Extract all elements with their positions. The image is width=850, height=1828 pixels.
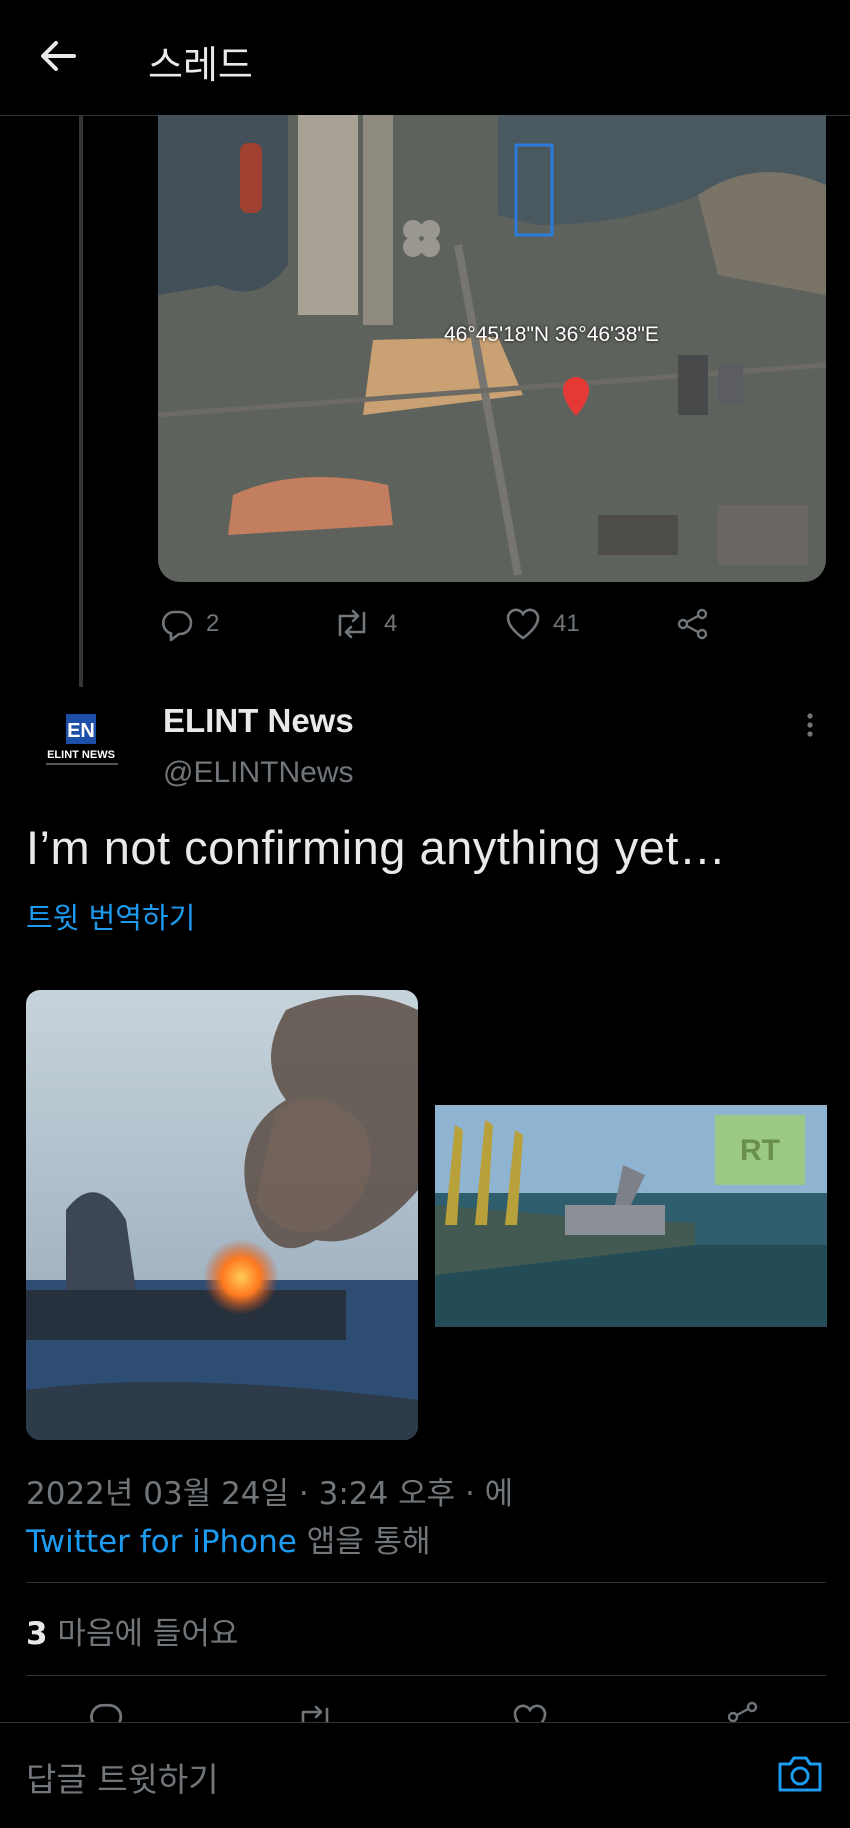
more-options-icon[interactable] xyxy=(800,708,820,748)
avatar[interactable]: EN ELINT NEWS xyxy=(38,706,126,794)
tweet-source: Twitter for iPhone 앱을 통해 xyxy=(26,1516,431,1561)
likes-summary[interactable]: 3 마음에 들어요 xyxy=(26,1608,238,1653)
tweet-media-port[interactable]: RT xyxy=(435,1105,827,1327)
tweet-timestamp: 2022년 03월 24일 · 3:24 오후 · 에 xyxy=(26,1476,514,1512)
like-action[interactable]: 41 xyxy=(505,607,580,641)
page-title: 스레드 xyxy=(148,43,253,87)
share-icon xyxy=(677,608,708,640)
divider xyxy=(26,1582,826,1583)
retweet-count: 4 xyxy=(384,610,398,637)
thread-line xyxy=(79,115,83,687)
source-suffix: 앱을 통해 xyxy=(296,1524,431,1560)
likes-count: 3 xyxy=(26,1616,48,1652)
retweet-action[interactable]: 4 xyxy=(332,607,397,641)
likes-label: 마음에 들어요 xyxy=(47,1616,239,1652)
avatar-initials: EN xyxy=(67,720,95,742)
satellite-image[interactable]: 46°45'18"N 36°46'38"E xyxy=(158,115,826,582)
top-bar xyxy=(0,0,850,116)
reply-icon xyxy=(162,610,193,641)
retweet-icon[interactable] xyxy=(295,1703,335,1722)
source-link[interactable]: Twitter for iPhone xyxy=(26,1524,297,1560)
heart-icon xyxy=(506,608,540,640)
reply-icon[interactable] xyxy=(88,1700,124,1722)
arrow-left-icon[interactable] xyxy=(36,34,80,78)
translate-tweet-link[interactable]: 트윗 번역하기 xyxy=(26,895,195,937)
reply-action[interactable]: 2 xyxy=(160,607,219,641)
reply-count: 2 xyxy=(206,610,220,637)
share-action[interactable] xyxy=(676,607,710,641)
avatar-caption: ELINT NEWS xyxy=(47,749,115,761)
like-count: 41 xyxy=(553,610,580,637)
coordinate-label: 46°45'18"N 36°46'38"E xyxy=(444,323,659,346)
camera-icon[interactable] xyxy=(776,1750,824,1796)
author-handle[interactable]: @ELINTNews xyxy=(163,756,354,790)
rt-watermark: RT xyxy=(740,1134,780,1167)
tweet-media-explosion[interactable] xyxy=(26,990,418,1440)
retweet-icon xyxy=(338,609,366,639)
heart-icon[interactable] xyxy=(512,1703,548,1722)
reply-input[interactable]: 답글 트윗하기 xyxy=(26,1753,219,1801)
tweet-text: I’m not confirming anything yet… xyxy=(26,821,727,874)
share-icon[interactable] xyxy=(726,1700,760,1722)
author-name[interactable]: ELINT News xyxy=(163,702,354,740)
divider xyxy=(26,1675,826,1676)
